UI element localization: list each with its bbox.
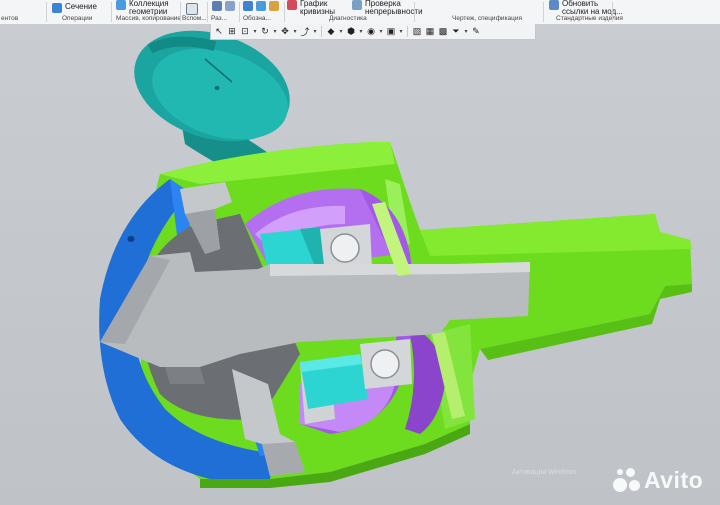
aux-geometry-icon	[186, 3, 198, 15]
group-label-notation: Обозна...	[243, 15, 271, 22]
pan-icon[interactable]: ✥	[279, 26, 291, 38]
ribbon-separator	[414, 2, 415, 22]
section-label: Сечение	[65, 2, 97, 11]
orient-icon[interactable]: ⤴	[299, 26, 311, 38]
shading-icon[interactable]: ◆	[325, 26, 337, 38]
chevron-down-icon[interactable]: ▾	[398, 28, 404, 35]
notation-icon	[243, 1, 253, 11]
ribbon-separator	[207, 2, 208, 22]
ribbon-separator	[284, 2, 285, 22]
chevron-down-icon[interactable]: ▾	[292, 28, 298, 35]
toolbar-separator	[321, 26, 322, 37]
ribbon-separator	[46, 2, 47, 22]
chevron-down-icon[interactable]: ▾	[312, 28, 318, 35]
collection-icon	[116, 0, 126, 10]
hide-icon[interactable]: ◉	[365, 26, 377, 38]
leader-icon	[269, 1, 279, 11]
ribbon-separator	[612, 2, 613, 22]
ghost-activation-text: Активация Windows	[512, 469, 577, 476]
group-label-aux: Вспом...	[182, 15, 207, 22]
quick-toolbar: ↖ ⊞ ⊡ ▾ ↻ ▾ ✥ ▾ ⤴ ▾ ◆ ▾ ⬢ ▾ ◉ ▾ ▣ ▾ ▧ ▦ …	[210, 24, 536, 40]
avito-watermark: Avito	[612, 466, 703, 494]
group-label-operations: Операции	[62, 15, 93, 22]
dimension-angle-icon	[225, 1, 235, 11]
dimension-icon	[212, 1, 222, 11]
group-label-mass: Массив, копирование	[116, 15, 182, 22]
funnel-icon[interactable]: ⏷	[450, 26, 462, 38]
ribbon-separator	[239, 2, 240, 22]
ribbon-separator	[180, 2, 181, 22]
roughness-icon	[256, 1, 266, 11]
avito-brand-text: Avito	[644, 466, 704, 493]
zoom-window-icon[interactable]: ⊞	[226, 26, 238, 38]
layers-icon[interactable]: ▦	[424, 26, 436, 38]
continuity-check-button[interactable]: Проверка непрерывности	[352, 0, 423, 16]
geometry-collection-button[interactable]: Коллекция геометрии	[116, 0, 169, 16]
flange-hole	[127, 236, 135, 242]
filter-icon[interactable]: ▧	[411, 26, 423, 38]
update-icon	[549, 0, 559, 10]
chevron-down-icon[interactable]: ▾	[378, 28, 384, 35]
display-mode-icon[interactable]: ⬢	[345, 26, 357, 38]
curvature-icon	[287, 0, 297, 10]
continuity-icon	[352, 0, 362, 10]
sizes-button[interactable]	[212, 1, 235, 11]
pen-icon[interactable]: ✎	[470, 26, 482, 38]
chevron-down-icon[interactable]: ▾	[358, 28, 364, 35]
chevron-down-icon[interactable]: ▾	[252, 28, 258, 35]
group-label-drawing: Чертеж, спецификация	[452, 15, 523, 22]
avito-logo-icon	[612, 466, 640, 494]
cad-model-view[interactable]	[0, 24, 720, 505]
notation-button[interactable]	[243, 1, 279, 11]
zoom-dropdown-icon[interactable]: ⊡	[239, 26, 251, 38]
aux-button[interactable]	[186, 3, 198, 15]
chevron-down-icon[interactable]: ▾	[272, 28, 278, 35]
group-label-sizes: Раз...	[211, 15, 228, 22]
curvature-graph-button[interactable]: График кривизны	[287, 0, 335, 16]
rotate-icon[interactable]: ↻	[259, 26, 271, 38]
ribbon-toolbar: ентов Сечение Операции Коллекция геометр…	[0, 0, 720, 25]
section-button[interactable]: Сечение	[52, 3, 97, 13]
ribbon-separator	[543, 2, 544, 22]
group-label-left: ентов	[1, 15, 19, 22]
select-icon[interactable]: ↖	[213, 26, 225, 38]
ribbon-separator	[111, 2, 112, 22]
chevron-down-icon[interactable]: ▾	[463, 28, 469, 35]
section-view-icon[interactable]: ▣	[385, 26, 397, 38]
chevron-down-icon[interactable]: ▾	[338, 28, 344, 35]
color-icon[interactable]: ▩	[437, 26, 449, 38]
group-label-diagnostics: Диагностика	[329, 15, 367, 22]
section-icon	[52, 3, 62, 13]
toolbar-separator	[407, 26, 408, 37]
